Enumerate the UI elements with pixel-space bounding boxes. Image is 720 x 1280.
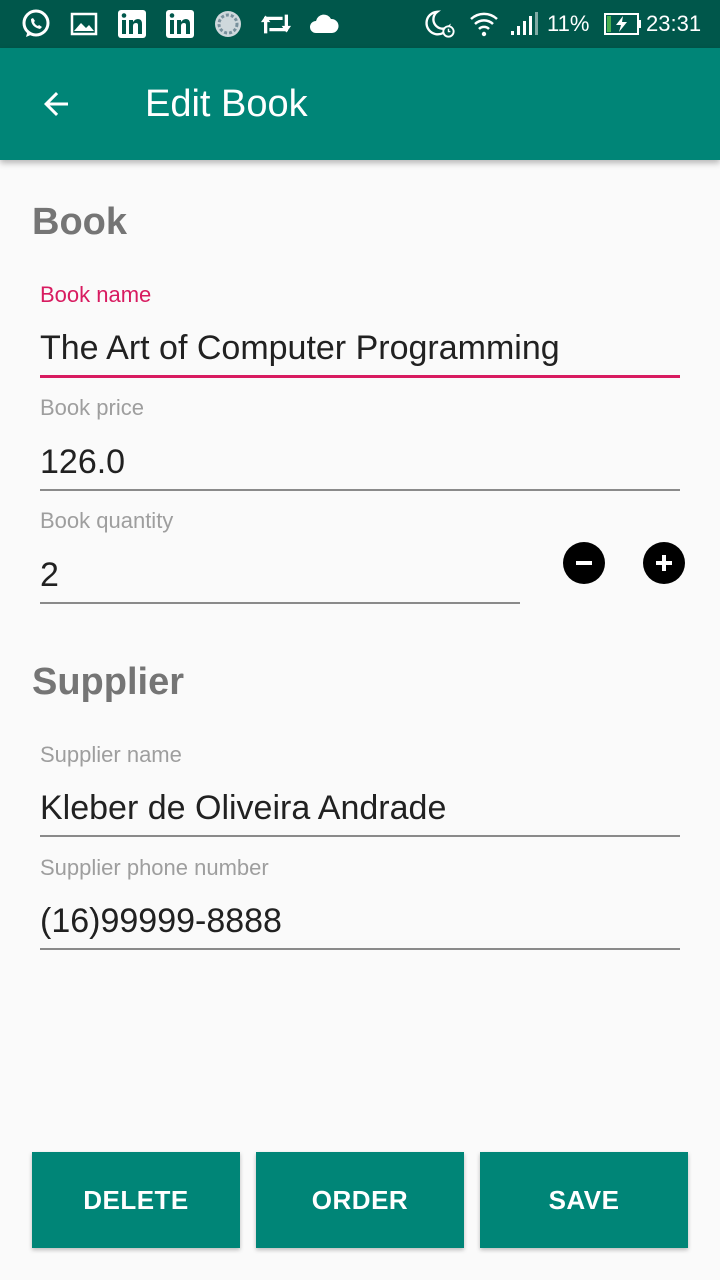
linkedin-icon: [116, 8, 148, 40]
supplier-name-field[interactable]: [40, 781, 680, 837]
decrement-quantity-button[interactable]: [563, 542, 605, 584]
moon-alarm-icon: [424, 8, 456, 40]
order-button[interactable]: ORDER: [256, 1152, 464, 1248]
book-section-title: Book: [32, 201, 127, 243]
book-name-field[interactable]: [40, 322, 680, 378]
sync-circle-icon: [212, 8, 244, 40]
battery-charging-icon: [603, 8, 643, 40]
cloud-icon: [308, 8, 340, 40]
whatsapp-icon: [20, 8, 52, 40]
book-quantity-label: Book quantity: [40, 508, 174, 533]
supplier-section-title: Supplier: [32, 661, 185, 703]
supplier-phone-field[interactable]: [40, 894, 680, 950]
supplier-phone-label: Supplier phone number: [40, 855, 269, 880]
signal-icon: [508, 8, 540, 40]
back-button[interactable]: [24, 72, 88, 136]
increment-quantity-button[interactable]: [643, 542, 685, 584]
save-button[interactable]: SAVE: [480, 1152, 688, 1248]
clock: 23:31: [646, 11, 702, 36]
book-price-label: Book price: [40, 395, 144, 420]
supplier-name-label: Supplier name: [40, 742, 182, 767]
book-price-field[interactable]: [40, 435, 680, 491]
book-name-label: Book name: [40, 282, 152, 307]
page-title: Edit Book: [145, 83, 308, 125]
arrow-back-icon: [44, 92, 68, 116]
minus-circle-icon: [576, 561, 592, 565]
plus-circle-icon: [656, 555, 672, 571]
status-bar: 11% 23:31: [0, 0, 720, 48]
battery-percent: 11%: [547, 11, 590, 36]
app-bar: Edit Book: [0, 48, 720, 160]
delete-button[interactable]: DELETE: [32, 1152, 240, 1248]
wifi-icon: [468, 8, 500, 40]
linkedin-icon: [164, 8, 196, 40]
book-quantity-field[interactable]: [40, 548, 520, 604]
retweet-icon: [260, 8, 292, 40]
image-icon: [68, 8, 100, 40]
